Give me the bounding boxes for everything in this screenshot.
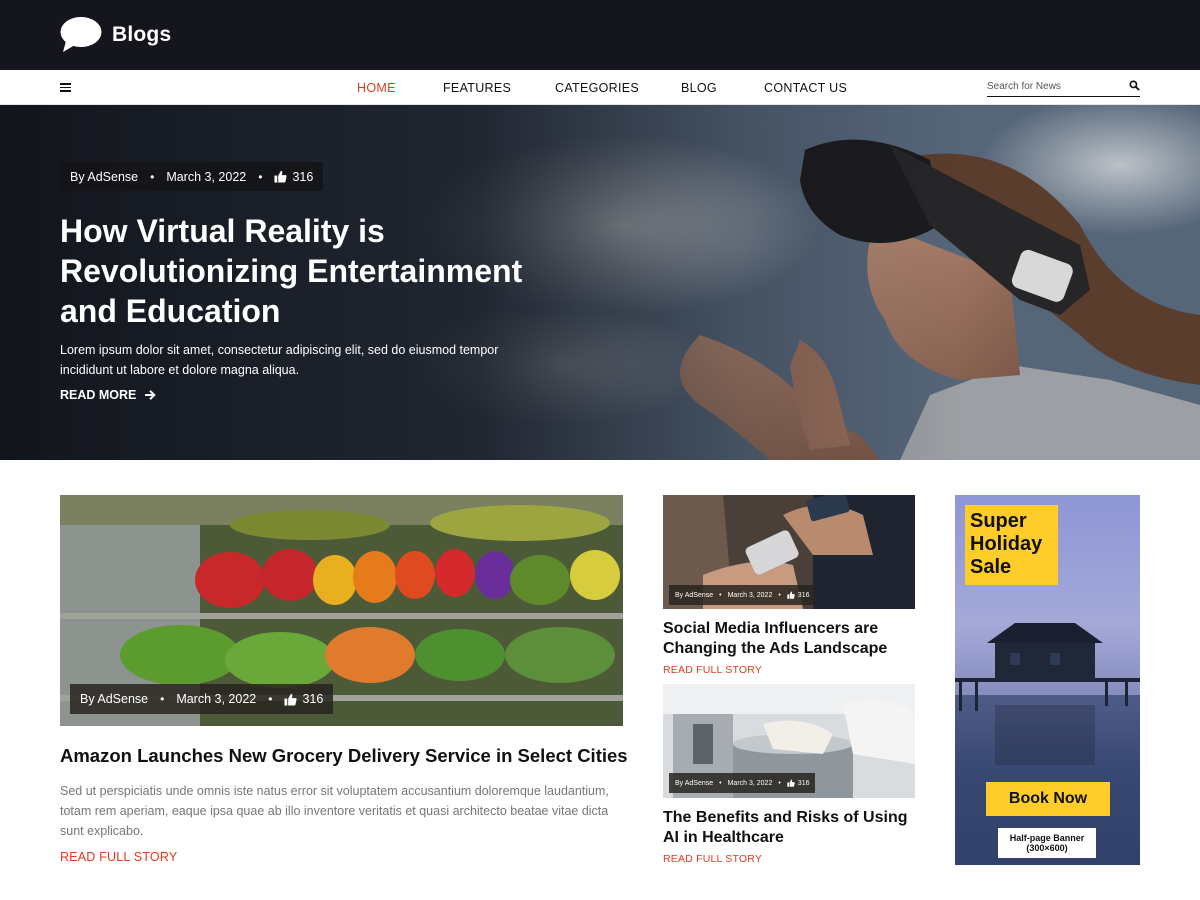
meta-separator: • xyxy=(150,169,155,184)
meta-separator: • xyxy=(160,692,165,706)
side-post-image[interactable]: By AdSense • March 3, 2022 • 316 xyxy=(663,495,915,609)
meta-separator: • xyxy=(258,169,263,184)
speech-bubble-icon xyxy=(60,17,102,52)
hero-title[interactable]: How Virtual Reality is Revolutionizing E… xyxy=(60,211,580,331)
read-full-story-link[interactable]: READ FULL STORY xyxy=(663,853,762,865)
meta-separator: • xyxy=(719,591,722,599)
featured-post-title[interactable]: Amazon Launches New Grocery Delivery Ser… xyxy=(60,745,628,767)
meta-separator: • xyxy=(778,591,781,599)
like-count: 316 xyxy=(797,591,810,599)
side-post-image[interactable]: By AdSense • March 3, 2022 • 316 xyxy=(663,684,915,798)
like-count: 316 xyxy=(292,169,314,184)
meta-separator: • xyxy=(719,779,722,787)
half-page-ad-banner[interactable]: Super Holiday Sale Book Now Half-page Ba… xyxy=(955,495,1140,865)
meta-separator: • xyxy=(268,692,273,706)
nav-item-home[interactable]: HOME xyxy=(357,81,396,95)
hero-excerpt: Lorem ipsum dolor sit amet, consectetur … xyxy=(60,343,499,377)
search-box xyxy=(987,77,1140,97)
read-more-button[interactable]: READ MORE xyxy=(60,388,157,402)
menu-icon[interactable] xyxy=(60,83,71,92)
arrow-right-icon xyxy=(145,390,157,400)
like-count: 316 xyxy=(797,779,810,787)
nav-item-blog[interactable]: BLOG xyxy=(681,81,717,95)
read-full-story-link[interactable]: READ FULL STORY xyxy=(60,850,177,864)
nav-item-features[interactable]: FEATURES xyxy=(443,81,511,95)
side-post-title[interactable]: The Benefits and Risks of Using AI in He… xyxy=(663,808,923,848)
like-count: 316 xyxy=(302,692,324,706)
side-post-meta: By AdSense • March 3, 2022 • 316 xyxy=(669,585,816,605)
ad-headline: Super Holiday Sale xyxy=(965,505,1058,585)
post-date: March 3, 2022 xyxy=(166,169,247,184)
post-author[interactable]: By AdSense xyxy=(675,592,713,599)
thumbs-up-icon xyxy=(274,170,288,183)
post-date: March 3, 2022 xyxy=(727,591,773,599)
brand-logo[interactable]: Blogs xyxy=(60,16,171,54)
thumbs-up-icon xyxy=(787,779,795,787)
hero-meta: By AdSense • March 3, 2022 • 316 xyxy=(60,162,324,191)
thumbs-up-icon xyxy=(284,693,298,706)
post-author[interactable]: By AdSense xyxy=(80,692,148,706)
featured-post-image[interactable]: By AdSense • March 3, 2022 • 316 xyxy=(60,495,623,726)
read-full-story-link[interactable]: READ FULL STORY xyxy=(663,664,762,676)
hero-banner[interactable]: By AdSense • March 3, 2022 • 316 How Vir… xyxy=(0,105,1200,460)
meta-separator: • xyxy=(778,779,781,787)
side-post-meta: By AdSense • March 3, 2022 • 316 xyxy=(669,773,816,793)
ad-label-line: Half-page Banner xyxy=(1009,833,1085,843)
side-post-title[interactable]: Social Media Influencers are Changing th… xyxy=(663,619,923,659)
read-more-label: READ MORE xyxy=(60,388,137,402)
search-input[interactable] xyxy=(987,77,1122,95)
ad-label-line: (300×600) xyxy=(1026,843,1068,853)
featured-post-excerpt: Sed ut perspiciatis unde omnis iste natu… xyxy=(60,784,609,838)
brand-name: Blogs xyxy=(112,23,172,46)
post-date: March 3, 2022 xyxy=(176,692,257,706)
book-now-button[interactable]: Book Now xyxy=(986,782,1110,816)
nav-item-categories[interactable]: CATEGORIES xyxy=(555,81,639,95)
thumbs-up-icon xyxy=(787,591,795,599)
ad-size-label: Half-page Banner (300×600) xyxy=(998,828,1096,858)
post-date: March 3, 2022 xyxy=(727,779,773,787)
post-author[interactable]: By AdSense xyxy=(675,780,713,787)
search-icon[interactable] xyxy=(1129,80,1140,91)
featured-post-meta: By AdSense • March 3, 2022 • 316 xyxy=(70,684,334,714)
nav-item-contact-us[interactable]: CONTACT US xyxy=(764,81,847,95)
post-author[interactable]: By AdSense xyxy=(70,170,138,184)
site-header: Blogs xyxy=(0,0,1200,70)
